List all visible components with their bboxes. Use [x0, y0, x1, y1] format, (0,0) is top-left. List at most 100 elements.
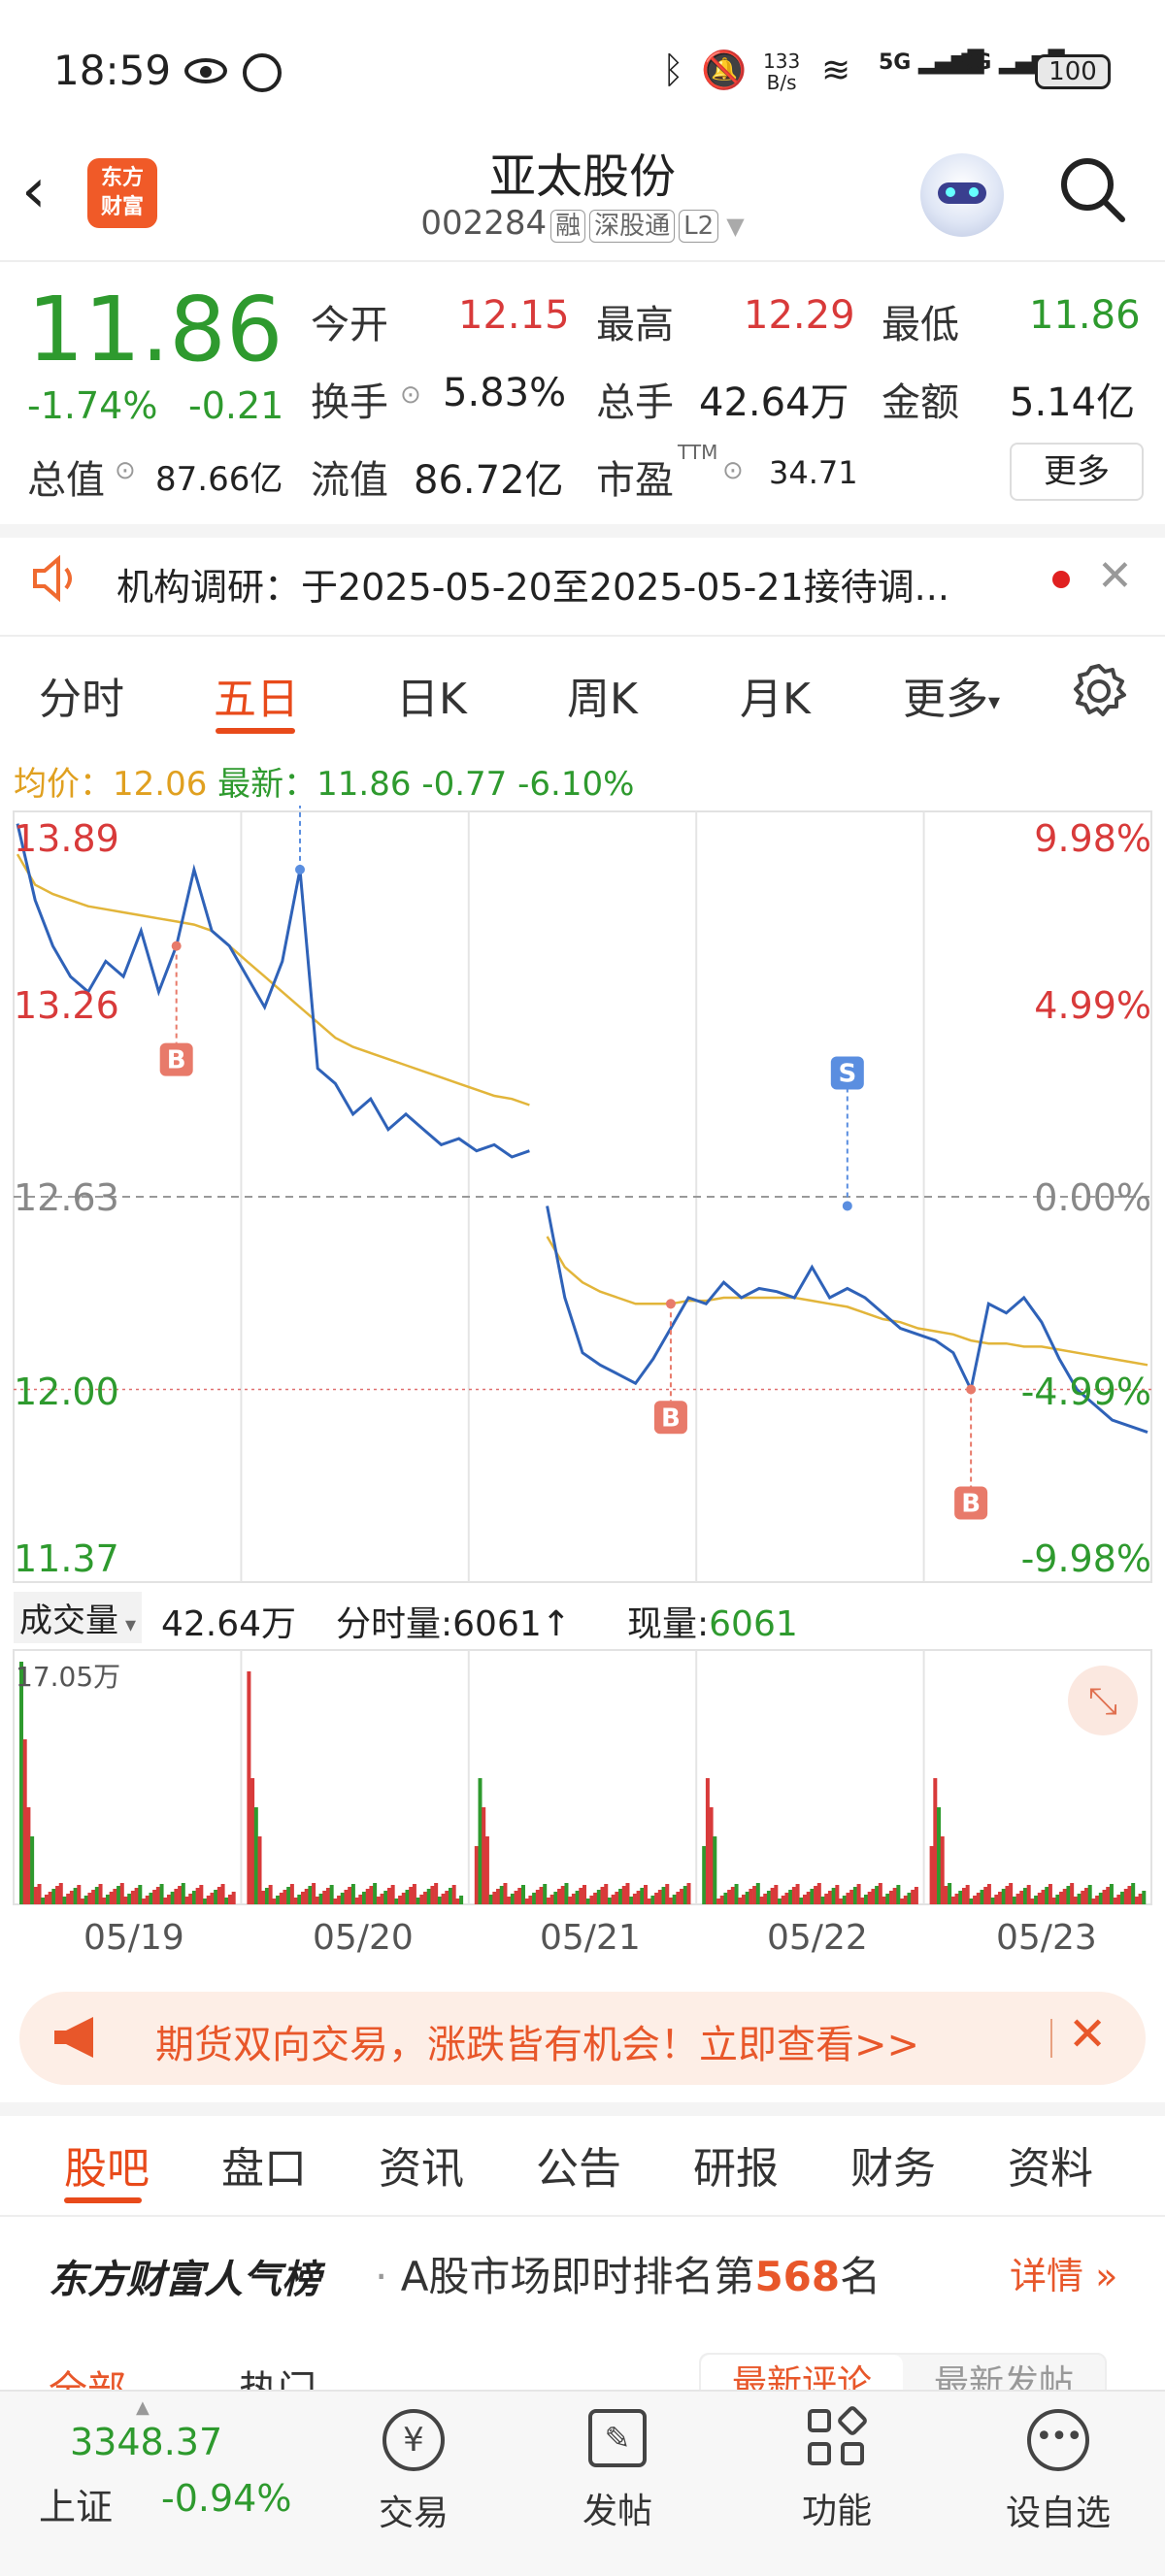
info-icon[interactable]: ⊙ — [400, 380, 421, 410]
volume-selector-label: 成交量 — [19, 1602, 118, 1640]
tab-pankou[interactable]: 盘口 — [221, 2133, 307, 2196]
volume-bar — [741, 1895, 746, 1904]
footer-post[interactable]: ✎ 发帖 — [559, 2409, 676, 2533]
volume-bar — [596, 1890, 601, 1904]
volume-bar — [535, 1890, 540, 1904]
volume-bar — [430, 1886, 435, 1904]
volume-bar — [875, 1886, 880, 1904]
volume-bar — [58, 1883, 63, 1904]
footer-bar: ▲ 3348.37 上证 -0.94% ¥ 交易 ✎ 发帖 功能 ••• 设自选 — [0, 2390, 1165, 2576]
close-icon[interactable]: ✕ — [1097, 551, 1133, 601]
tab-fenshi[interactable]: 分时 — [39, 664, 124, 726]
footer-functions[interactable]: 功能 — [779, 2404, 895, 2533]
tab-monthly-k[interactable]: 月K — [740, 664, 811, 726]
volume-bar — [365, 1889, 370, 1904]
popularity-detail-link[interactable]: 详情 » — [1010, 2246, 1117, 2299]
volume-bar — [730, 1887, 735, 1904]
volume-bar — [214, 1890, 218, 1904]
volume-bar — [1081, 1891, 1085, 1904]
volume-bar — [990, 1898, 995, 1904]
current-volume-label: 现量: — [627, 1604, 710, 1644]
y-label-right: 4.99% — [1034, 984, 1151, 1027]
info-icon[interactable]: ⊙ — [722, 456, 744, 485]
robot-avatar-icon[interactable] — [920, 153, 1004, 237]
volume-bar — [770, 1888, 775, 1904]
volume-bar — [98, 1884, 103, 1904]
volume-bar — [51, 1889, 56, 1904]
close-icon[interactable]: ✕ — [1068, 2007, 1107, 2062]
footer-watchlist[interactable]: ••• 设自选 — [990, 2409, 1126, 2535]
volume-bar — [719, 1896, 724, 1904]
tab-wuri[interactable]: 五日 — [214, 664, 299, 726]
index-change: -0.94% — [161, 2477, 292, 2520]
info-icon[interactable]: ⊙ — [115, 456, 136, 485]
tab-daily-k[interactable]: 日K — [396, 664, 467, 726]
volume-bar — [283, 1890, 287, 1904]
trade-marker-dot — [171, 941, 182, 951]
float-label: 流值 — [311, 458, 388, 503]
volume-bar — [203, 1899, 208, 1904]
volume-bar — [882, 1897, 886, 1904]
volume-bar — [105, 1895, 110, 1904]
five-day-chart[interactable]: BSSBB — [0, 806, 1165, 1980]
volume-bar — [409, 1887, 414, 1904]
index-value[interactable]: 3348.37 — [70, 2421, 222, 2463]
tab-research[interactable]: 研报 — [693, 2133, 779, 2196]
volume-selector[interactable]: 成交量 ▾ — [14, 1592, 143, 1643]
volume-bar — [1041, 1890, 1046, 1904]
volume-bar — [625, 1883, 630, 1904]
volume-bar — [191, 1891, 196, 1904]
tab-news[interactable]: 资讯 — [379, 2133, 464, 2196]
volume-bar — [1113, 1898, 1117, 1904]
volume-bar — [524, 1899, 529, 1904]
tab-announcements[interactable]: 公告 — [536, 2133, 621, 2196]
volume-bar — [48, 1892, 52, 1904]
volume-bar — [174, 1889, 179, 1904]
volume-bar — [412, 1884, 416, 1904]
more-button[interactable]: 更多 — [1010, 443, 1144, 501]
volume-bar — [615, 1892, 619, 1904]
volume-bar — [752, 1886, 757, 1904]
volume-bar — [350, 1884, 355, 1904]
volume-bar — [514, 1891, 518, 1904]
tab-profile[interactable]: 资料 — [1008, 2133, 1093, 2196]
volume-bar — [41, 1898, 46, 1904]
volume-bar — [636, 1891, 641, 1904]
volume-bar — [582, 1885, 586, 1904]
tab-weekly-k[interactable]: 周K — [567, 664, 638, 726]
volume-bar — [304, 1889, 309, 1904]
volume-bar — [188, 1894, 193, 1904]
popularity-rank[interactable]: · A股市场即时排名第568名 — [375, 2244, 881, 2303]
volume-bar — [474, 1846, 479, 1904]
footer-trade[interactable]: ¥ 交易 — [355, 2409, 472, 2535]
volume-bar — [896, 1885, 901, 1904]
volume-bar — [1109, 1884, 1114, 1904]
search-icon[interactable] — [1058, 155, 1125, 222]
expand-icon[interactable]: ⤡ — [1068, 1666, 1138, 1735]
latest-change: -0.77 — [421, 765, 508, 804]
volume-bar — [831, 1888, 836, 1904]
volume-bar — [849, 1890, 854, 1904]
volume-bar — [231, 1892, 236, 1904]
watchlist-label: 设自选 — [1005, 2493, 1111, 2533]
futures-banner[interactable]: 期货双向交易，涨跌皆有机会！立即查看>> ✕ — [19, 1992, 1146, 2085]
volume-bar — [142, 1899, 147, 1904]
notice-text[interactable]: 机构调研：于2025-05-20至2025-05-21接待调... — [116, 557, 1029, 611]
volume-bar — [113, 1889, 117, 1904]
volume-bar — [297, 1895, 302, 1904]
volume-bar — [1106, 1887, 1111, 1904]
tab-guba[interactable]: 股吧 — [64, 2133, 150, 2196]
volume-bar — [369, 1886, 374, 1904]
mktcap-value: 87.66亿 — [155, 460, 283, 499]
change-percent: -1.74% — [27, 384, 158, 427]
volume-bar — [686, 1883, 691, 1904]
tab-finance[interactable]: 财务 — [850, 2133, 936, 2196]
volume-bar — [329, 1885, 334, 1904]
tab-more[interactable]: 更多▾ — [903, 664, 1000, 726]
volume-bar — [763, 1894, 768, 1904]
volume-bar — [900, 1899, 905, 1904]
volume-bar — [216, 1887, 221, 1904]
current-volume: 现量:6061 — [627, 1596, 798, 1646]
volume-bar — [755, 1883, 760, 1904]
gear-icon[interactable] — [1068, 660, 1130, 726]
